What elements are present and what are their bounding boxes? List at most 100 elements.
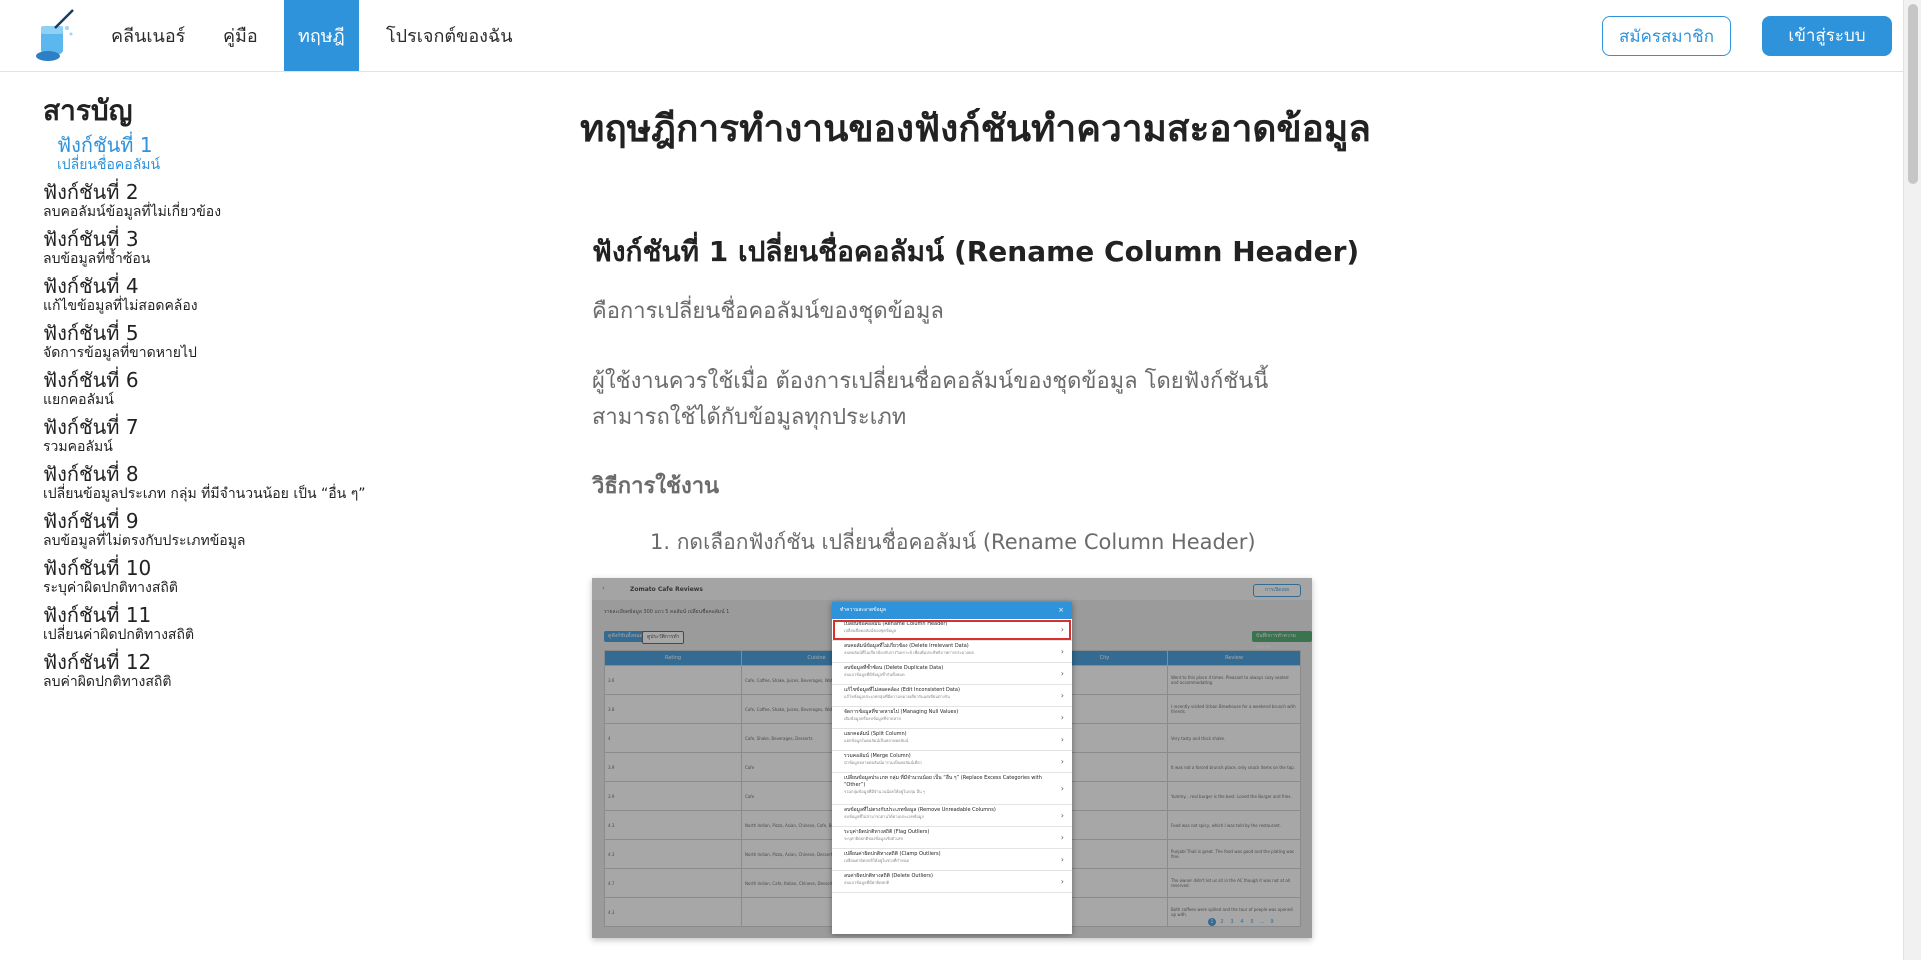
toc-item-number: ฟังก์ชันที่ 1 (57, 133, 153, 157)
toc-item-subtitle: จัดการข้อมูลที่ขาดหายไป (43, 345, 197, 361)
signup-button[interactable]: สมัครสมาชิก (1602, 16, 1731, 56)
modal-function-description: เปลี่ยนชื่อคอลัมน์ของชุดข้อมูล (844, 628, 897, 633)
modal-function-description: เติมข้อมูลหรือลบข้อมูลที่ขาดหาย (844, 716, 901, 721)
section-title: ฟังก์ชันที่ 1 เปลี่ยนชื่อคอลัมน์ (Rename… (592, 235, 1360, 268)
toc-item-function-8[interactable]: ฟังก์ชันที่ 8 เปลี่ยนข้อมูลประเภท กลุ่ม ท… (43, 463, 483, 503)
modal-function-item: ลบข้อมูลที่ซ้ำซ้อน (Delete Duplicate Dat… (832, 663, 1072, 685)
nav-manual[interactable]: คู่มือ (223, 0, 258, 71)
chevron-right-icon: › (1060, 756, 1064, 766)
nav-theory[interactable]: ทฤษฎี (284, 0, 359, 71)
chevron-right-icon: › (1060, 810, 1064, 820)
toc-item-number: ฟังก์ชันที่ 7 (43, 415, 139, 439)
usage-heading: วิธีการใช้งาน (592, 474, 720, 499)
toc-title: สารบัญ (43, 94, 133, 127)
modal-function-item: แยกคอลัมน์ (Split Column) แยกข้อมูลในคอลั… (832, 729, 1072, 751)
modal-function-description: ลบข้อมูลที่ไม่สามารถอ่านได้ตามประเภทข้อม… (844, 814, 924, 819)
page-scrollbar[interactable] (1903, 0, 1921, 960)
scrollbar-thumb[interactable] (1908, 4, 1918, 184)
modal-function-item: จัดการข้อมูลที่ขาดหายไป (Managing Null V… (832, 707, 1072, 729)
chevron-right-icon: › (1060, 646, 1064, 656)
modal-function-title: ลบค่าผิดปกติทางสถิติ (Delete Outliers) (844, 873, 933, 879)
toc-item-subtitle: ลบค่าผิดปกติทางสถิติ (43, 674, 172, 690)
toc-item-function-3[interactable]: ฟังก์ชันที่ 3 ลบข้อมูลที่ซ้ำซ้อน (43, 228, 483, 268)
toc-item-subtitle: ระบุค่าผิดปกติทางสถิติ (43, 580, 178, 596)
toc-item-subtitle: เปลี่ยนชื่อคอลัมน์ (57, 157, 161, 173)
modal-function-item: ลบค่าผิดปกติทางสถิติ (Delete Outliers) ลบ… (832, 871, 1072, 893)
toc-item-subtitle: เปลี่ยนค่าผิดปกติทางสถิติ (43, 627, 195, 643)
modal-function-title: จัดการข้อมูลที่ขาดหายไป (Managing Null V… (844, 709, 959, 715)
chevron-right-icon: › (1060, 854, 1064, 864)
toc-item-number: ฟังก์ชันที่ 2 (43, 180, 139, 204)
toc-item-number: ฟังก์ชันที่ 5 (43, 321, 139, 345)
modal-function-description: รวมกลุ่มข้อมูลที่มีจำนวนน้อยให้อยู่ในกลุ… (844, 789, 926, 794)
chevron-right-icon: › (1060, 690, 1064, 700)
login-button[interactable]: เข้าสู่ระบบ (1762, 16, 1892, 56)
toc-item-number: ฟังก์ชันที่ 8 (43, 462, 139, 486)
usage-paragraph: ผู้ใช้งานควรใช้เมื่อ ต้องการเปลี่ยนชื่อค… (592, 369, 1269, 430)
modal-function-description: แยกข้อมูลในคอลัมน์เป็นหลายคอลัมน์ (844, 738, 909, 743)
chevron-right-icon: › (1060, 624, 1064, 634)
close-icon: × (1058, 606, 1064, 614)
modal-function-description: ระบุค่าผิดปกติของข้อมูลเชิงตัวเลข (844, 836, 904, 841)
toc-item-number: ฟังก์ชันที่ 6 (43, 368, 139, 392)
modal-function-title: เปลี่ยนชื่อคอลัมน์ (Rename Column Header… (844, 621, 948, 627)
modal-function-item: ลบคอลัมน์ข้อมูลที่ไม่เกี่ยวข้อง (Delete … (832, 641, 1072, 663)
toc-item-number: ฟังก์ชันที่ 12 (43, 650, 152, 674)
toc-item-subtitle: ลบคอลัมน์ข้อมูลที่ไม่เกี่ยวข้อง (43, 204, 222, 220)
modal-function-description: เปลี่ยนค่าผิดปกติให้อยู่ในช่วงที่กำหนด (844, 858, 910, 863)
modal-function-item: แก้ไขข้อมูลที่ไม่สอดคล้อง (Edit Inconsis… (832, 685, 1072, 707)
toc-item-subtitle: ลบข้อมูลที่ซ้ำซ้อน (43, 251, 151, 267)
modal-function-title: แก้ไขข้อมูลที่ไม่สอดคล้อง (Edit Inconsis… (844, 687, 960, 693)
modal-function-description: ลบแถวข้อมูลที่มีค่าผิดปกติ (844, 880, 890, 885)
toc-item-number: ฟังก์ชันที่ 4 (43, 274, 139, 298)
page-title: ทฤษฎีการทำงานของฟังก์ชันทำความสะอาดข้อมู… (580, 107, 1371, 150)
modal-function-item: เปลี่ยนชื่อคอลัมน์ (Rename Column Header… (832, 619, 1072, 641)
toc-item-function-10[interactable]: ฟังก์ชันที่ 10 ระบุค่าผิดปกติทางสถิติ (43, 557, 483, 597)
modal-function-description: แก้ไขข้อมูลประเภทกลุ่มที่มีความหมายเดียว… (844, 694, 950, 699)
modal-function-item: ระบุค่าผิดปกติทางสถิติ (Flag Outliers) ระ… (832, 827, 1072, 849)
modal-function-title: ลบข้อมูลที่ซ้ำซ้อน (Delete Duplicate Dat… (844, 665, 944, 671)
toc-list: ฟังก์ชันที่ 1 เปลี่ยนชื่อคอลัมน์ ฟังก์ชันท… (43, 134, 483, 691)
modal-title: ทำความสะอาดข้อมูล (840, 607, 886, 613)
toc-item-function-4[interactable]: ฟังก์ชันที่ 4 แก้ไขข้อมูลที่ไม่สอดคล้อง (43, 275, 483, 315)
chevron-right-icon: › (1060, 783, 1064, 793)
modal-function-description: ลบแถวข้อมูลที่มีข้อมูลซ้ำกันทั้งหมด (844, 672, 905, 677)
toc-item-number: ฟังก์ชันที่ 9 (43, 509, 139, 533)
modal-function-title: ลบข้อมูลที่ไม่ตรงกับประเภทข้อมูล (Remove… (844, 807, 996, 813)
toc-item-subtitle: เปลี่ยนข้อมูลประเภท กลุ่ม ที่มีจำนวนน้อย… (43, 486, 366, 502)
toc-item-function-1[interactable]: ฟังก์ชันที่ 1 เปลี่ยนชื่อคอลัมน์ (43, 134, 483, 174)
toc-item-function-9[interactable]: ฟังก์ชันที่ 9 ลบข้อมูลที่ไม่ตรงกับประเภทข… (43, 510, 483, 550)
chevron-right-icon: › (1060, 712, 1064, 722)
toc-item-function-2[interactable]: ฟังก์ชันที่ 2 ลบคอลัมน์ข้อมูลที่ไม่เกี่ยว… (43, 181, 483, 221)
toc-item-function-12[interactable]: ฟังก์ชันที่ 12 ลบค่าผิดปกติทางสถิติ (43, 651, 483, 691)
chevron-right-icon: › (1060, 668, 1064, 678)
nav-my-projects[interactable]: โปรเจกต์ของฉัน (386, 0, 513, 71)
modal-function-item: ลบข้อมูลที่ไม่ตรงกับประเภทข้อมูล (Remove… (832, 805, 1072, 827)
toc-item-function-7[interactable]: ฟังก์ชันที่ 7 รวมคอลัมน์ (43, 416, 483, 456)
toc-item-function-11[interactable]: ฟังก์ชันที่ 11 เปลี่ยนค่าผิดปกติทางสถิติ (43, 604, 483, 644)
toc-item-subtitle: แก้ไขข้อมูลที่ไม่สอดคล้อง (43, 298, 198, 314)
modal-function-item: เปลี่ยนค่าผิดปกติทางสถิติ (Clamp Outlier… (832, 849, 1072, 871)
chevron-right-icon: › (1060, 876, 1064, 886)
modal-function-title: เปลี่ยนข้อมูลประเภท กลุ่ม ที่มีจำนวนน้อย… (844, 775, 1042, 788)
modal-function-title: แยกคอลัมน์ (Split Column) (844, 731, 907, 737)
modal-function-description: นำข้อมูลหลายคอลัมน์มารวมเป็นคอลัมน์เดียว (844, 760, 922, 765)
clean-function-modal: ทำความสะอาดข้อมูล × เปลี่ยนชื่อคอลัมน์ (… (832, 602, 1072, 934)
top-navbar: คลีนเนอร์ คู่มือ ทฤษฎี โปรเจกต์ของฉัน สม… (0, 0, 1903, 72)
modal-function-item: รวมคอลัมน์ (Merge Column) นำข้อมูลหลายคอล… (832, 751, 1072, 773)
modal-function-title: รวมคอลัมน์ (Merge Column) (844, 753, 911, 759)
toc-item-function-5[interactable]: ฟังก์ชันที่ 5 จัดการข้อมูลที่ขาดหายไป (43, 322, 483, 362)
modal-function-description: ลบคอลัมน์ที่ไม่เกี่ยวข้องกับการวิเคราะห์… (844, 650, 974, 655)
toc-item-number: ฟังก์ชันที่ 3 (43, 227, 139, 251)
modal-function-item: เปลี่ยนข้อมูลประเภท กลุ่ม ที่มีจำนวนน้อย… (832, 773, 1072, 805)
modal-header: ทำความสะอาดข้อมูล × (832, 602, 1072, 619)
chevron-right-icon: › (1060, 832, 1064, 842)
modal-function-list: เปลี่ยนชื่อคอลัมน์ (Rename Column Header… (832, 619, 1072, 893)
tutorial-screenshot: ‹ Zomato Cafe Reviews การเปิดเผย รายละเอ… (592, 578, 1312, 938)
nav-cleaner[interactable]: คลีนเนอร์ (111, 0, 185, 71)
modal-function-title: เปลี่ยนค่าผิดปกติทางสถิติ (Clamp Outlier… (844, 851, 941, 857)
modal-function-title: ระบุค่าผิดปกติทางสถิติ (Flag Outliers) (844, 829, 930, 835)
usage-step-1: 1. กดเลือกฟังก์ชัน เปลี่ยนชื่อคอลัมน์ (R… (650, 530, 1256, 554)
app-logo-icon[interactable] (33, 6, 79, 62)
toc-item-function-6[interactable]: ฟังก์ชันที่ 6 แยกคอลัมน์ (43, 369, 483, 409)
